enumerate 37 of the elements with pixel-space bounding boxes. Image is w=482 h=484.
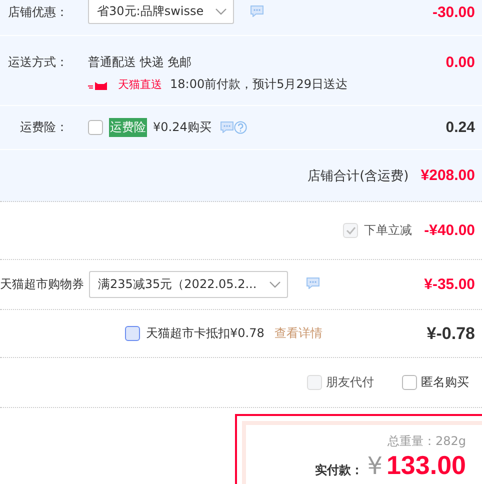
check-icon <box>346 226 356 235</box>
total-amount: 133.00 <box>386 450 466 480</box>
caret-icon <box>215 8 227 16</box>
coupon-amount: ¥-35.00 <box>424 276 475 293</box>
shipping-amount: 0.00 <box>446 54 475 71</box>
checkbox[interactable] <box>125 326 140 341</box>
order-discount-amount: -¥40.00 <box>424 222 475 239</box>
discount-amount: -30.00 <box>432 4 475 21</box>
card-amount: ¥-0.78 <box>426 324 475 344</box>
insurance-amount: 0.24 <box>446 119 475 136</box>
currency-sign: ¥ <box>367 451 382 481</box>
checkbox[interactable] <box>402 375 417 390</box>
order-discount-label: 下单立减 <box>364 222 412 239</box>
coupon-select[interactable]: 满235减35元（2022.05.2... <box>89 271 288 298</box>
field-label: 天猫超市购物券 <box>0 276 84 293</box>
total-label: 实付款： <box>315 462 364 479</box>
delivery-estimate: 18:00前付款，预计5月29日送达 <box>170 76 348 93</box>
store-total-label: 店铺合计(含运费) <box>308 168 409 184</box>
store-total-amount: ¥208.00 <box>420 167 475 184</box>
insurance-tag: 运费险 <box>109 118 147 137</box>
delivery-badge: 天猫直送 <box>88 77 162 92</box>
option-label: 匿名购买 <box>421 374 469 391</box>
comment-icon[interactable] <box>250 4 264 16</box>
comment-icon[interactable] <box>306 277 320 289</box>
help-icon[interactable] <box>234 121 248 134</box>
checkbox[interactable] <box>88 120 103 135</box>
field-label: 店铺优惠： <box>7 4 68 21</box>
option-label: 朋友代付 <box>326 374 374 391</box>
total-weight: 总重量：282g <box>387 433 466 450</box>
comment-icon[interactable] <box>220 121 234 133</box>
field-label: 运送方式： <box>7 54 68 71</box>
shipping-method: 普通配送 快递 免邮 <box>88 54 193 71</box>
field-label: 运费险： <box>19 119 68 136</box>
caret-icon <box>269 280 281 288</box>
discount-select[interactable]: 省30元:品牌swisse <box>88 0 234 24</box>
card-label: 天猫超市卡抵扣¥0.78 <box>146 325 264 342</box>
insurance-price: ¥0.24购买 <box>153 119 212 136</box>
